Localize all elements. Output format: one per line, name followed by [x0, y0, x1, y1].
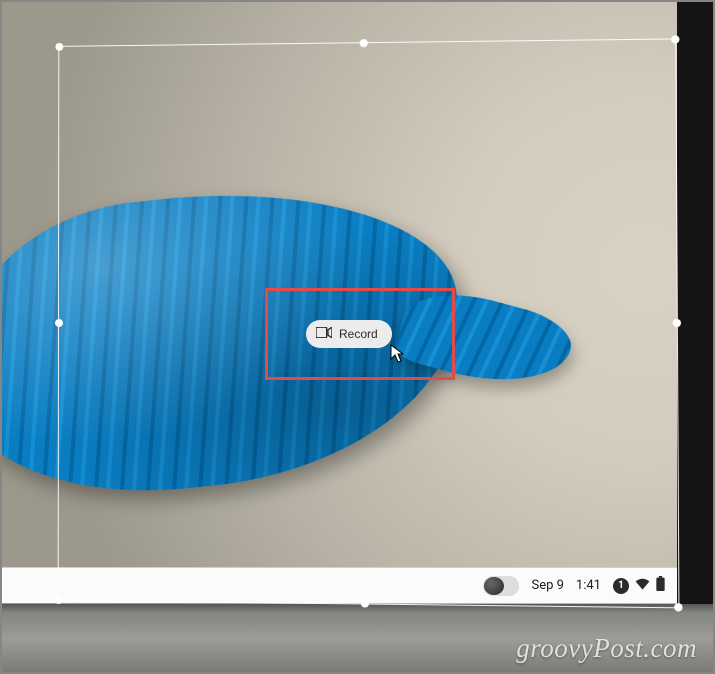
- shelf-toggle[interactable]: [483, 576, 519, 596]
- notification-count-badge: 1: [613, 578, 629, 594]
- videocam-icon: [316, 327, 332, 341]
- battery-icon: [656, 576, 665, 595]
- resize-handle-middle-left[interactable]: [55, 318, 63, 326]
- chromeos-shelf: Sep 9 1:41 1: [0, 567, 677, 603]
- shelf-date: Sep 9: [531, 578, 563, 593]
- resize-handle-top-left[interactable]: [55, 43, 63, 51]
- resize-handle-bottom-left[interactable]: [55, 596, 63, 604]
- resize-handle-bottom-right[interactable]: [674, 603, 682, 611]
- shelf-status-icons[interactable]: 1: [613, 576, 665, 595]
- watermark-text: groovyPost.com: [516, 633, 697, 664]
- resize-handle-top-right[interactable]: [671, 35, 679, 43]
- monitor-bezel: [677, 0, 715, 604]
- resize-handle-top-middle[interactable]: [359, 39, 367, 47]
- record-button[interactable]: Record: [306, 320, 392, 348]
- shelf-time: 1:41: [576, 578, 601, 593]
- resize-handle-middle-right[interactable]: [673, 318, 681, 326]
- record-button-label: Record: [339, 327, 378, 341]
- wifi-icon: [635, 578, 650, 594]
- resize-handle-bottom-middle[interactable]: [360, 599, 368, 607]
